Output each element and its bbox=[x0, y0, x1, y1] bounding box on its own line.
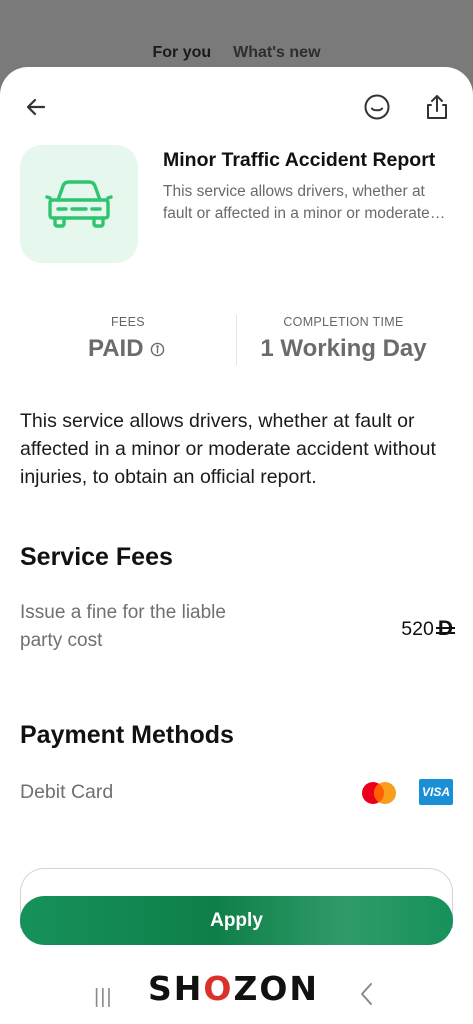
fee-amount-value: 520 bbox=[401, 617, 434, 640]
fees-value-row: PAID bbox=[56, 335, 226, 363]
fee-item: Issue a fine for the liable party cost 5… bbox=[20, 599, 456, 659]
sheet-header bbox=[20, 91, 453, 123]
completion-time-label: COMPLETION TIME bbox=[283, 315, 404, 329]
dirham-currency-icon: D bbox=[435, 617, 456, 640]
background-tabs: For you What's new bbox=[0, 44, 473, 62]
feedback-button[interactable] bbox=[361, 91, 393, 123]
service-title: Minor Traffic Accident Report bbox=[163, 149, 436, 171]
payment-method-item: Debit Card VISA bbox=[20, 779, 453, 809]
back-button[interactable] bbox=[20, 91, 52, 123]
tab-whats-new: What's new bbox=[233, 44, 321, 61]
share-button[interactable] bbox=[421, 91, 453, 123]
info-icon[interactable] bbox=[150, 342, 165, 357]
completion-time-stat: COMPLETION TIME 1 Working Day bbox=[236, 315, 451, 363]
smiley-feedback-icon bbox=[364, 94, 390, 120]
tab-for-you: For you bbox=[152, 44, 212, 61]
car-icon bbox=[45, 180, 113, 228]
system-navigation-bar: ||| SHOZON bbox=[0, 964, 473, 1024]
service-detail-sheet: Minor Traffic Accident Report This servi… bbox=[0, 67, 473, 1024]
service-stats: FEES PAID COMPLETION TIME 1 Working Day bbox=[20, 315, 453, 367]
service-full-description: This service allows drivers, whether at … bbox=[20, 410, 436, 488]
apply-button[interactable]: Apply bbox=[20, 896, 453, 945]
fee-item-label: Issue a fine for the liable party cost bbox=[20, 602, 226, 651]
payment-method-label: Debit Card bbox=[20, 781, 114, 803]
payment-methods-heading: Payment Methods bbox=[20, 721, 234, 749]
mastercard-icon bbox=[362, 782, 396, 804]
service-short-description: This service allows drivers, whether at … bbox=[163, 183, 430, 222]
watermark-logo: SHOZON bbox=[148, 969, 320, 1008]
fee-item-amount: 520 D bbox=[401, 617, 456, 641]
service-fees-heading: Service Fees bbox=[20, 543, 173, 571]
service-icon-tile bbox=[20, 145, 138, 263]
share-icon bbox=[427, 95, 447, 119]
recents-icon[interactable]: ||| bbox=[94, 986, 113, 1009]
system-back-icon[interactable] bbox=[358, 981, 376, 1012]
completion-time-value: 1 Working Day bbox=[260, 335, 427, 362]
visa-icon: VISA bbox=[419, 779, 453, 805]
fees-label: FEES bbox=[111, 315, 145, 329]
fees-stat: FEES PAID bbox=[56, 315, 226, 363]
fees-value: PAID bbox=[88, 335, 144, 362]
arrow-left-icon bbox=[26, 98, 46, 116]
